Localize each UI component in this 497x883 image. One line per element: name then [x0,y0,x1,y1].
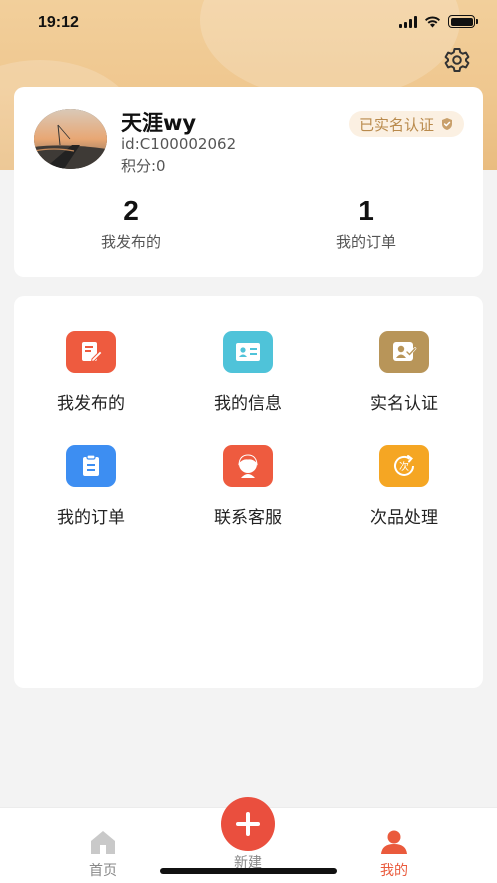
menu-item-label: 我的信息 [214,394,282,414]
tab-mine[interactable]: 我的 [349,830,439,880]
stat-orders[interactable]: 1 我的订单 [286,195,446,252]
menu-item-label: 我的订单 [57,508,125,528]
stat-published[interactable]: 2 我发布的 [51,195,211,252]
wifi-icon [425,16,440,28]
menu-item-my-posts[interactable]: 我发布的 [26,331,156,414]
create-button[interactable] [221,797,275,851]
verified-badge[interactable]: 已实名认证 [349,111,465,137]
tab-home[interactable]: 首页 [58,830,148,880]
gear-icon [444,48,470,72]
person-icon [381,830,407,854]
menu-item-verification[interactable]: 实名认证 [339,331,469,414]
menu-item-my-info[interactable]: 我的信息 [183,331,313,414]
menu-item-label: 联系客服 [214,508,282,528]
menu-card: 我发布的 我的信息 实名认证 我的订单 联系客服 次 次品处理 [14,296,483,688]
avatar[interactable] [34,109,107,169]
menu-item-customer-service[interactable]: 联系客服 [183,445,313,528]
user-id: id:C100002062 [121,135,237,153]
profile-card: 天涯wy id:C100002062 积分:0 已实名认证 2 我发布的 1 我… [14,87,483,277]
user-points: 积分:0 [121,157,166,175]
menu-item-defect-handling[interactable]: 次 次品处理 [339,445,469,528]
menu-item-label: 我发布的 [57,394,125,414]
battery-icon [448,15,478,28]
settings-button[interactable] [443,46,471,74]
stat-published-label: 我发布的 [100,233,161,251]
menu-item-label: 实名认证 [370,394,438,414]
clipboard-icon [66,445,116,487]
signal-icon [399,15,417,28]
stat-orders-value: 1 [358,195,374,226]
home-indicator [160,868,337,874]
home-icon [91,831,115,854]
edit-icon [66,331,116,373]
plus-icon [236,812,260,836]
stat-published-value: 2 [123,195,139,226]
id-card-icon [223,331,273,373]
defect-icon: 次 [379,445,429,487]
customer-service-icon [223,445,273,487]
verified-badge-label: 已实名认证 [359,115,435,134]
tab-home-label: 首页 [89,863,117,879]
verified-user-icon [379,331,429,373]
svg-text:次: 次 [399,460,409,473]
menu-item-label: 次品处理 [370,508,438,528]
stat-orders-label: 我的订单 [335,233,396,251]
menu-item-my-orders[interactable]: 我的订单 [26,445,156,528]
status-time: 19:12 [38,14,79,31]
verified-check-icon [442,118,453,130]
user-name: 天涯wy [121,111,197,135]
status-icons [399,15,478,28]
tab-mine-label: 我的 [380,863,408,879]
status-bar: 19:12 [0,0,497,48]
